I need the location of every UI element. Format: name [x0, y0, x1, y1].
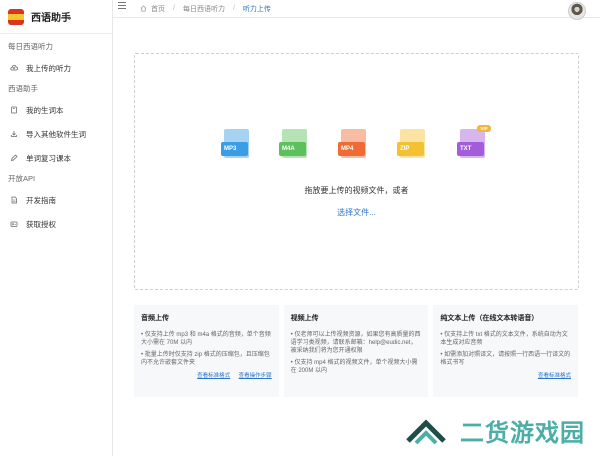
sidebar-item-label: 获取授权	[26, 219, 56, 229]
file-type-label: M4A	[279, 142, 306, 156]
audio-upload-card: 音频上传 • 仅支持上传 mp3 和 m4a 格式的音频，单个音频大小需在 70…	[134, 305, 279, 397]
view-standard-format-link[interactable]: 查看标准格式	[538, 373, 571, 379]
section-title-api: 开放API	[8, 174, 36, 183]
sidebar-item-label: 我的生词本	[26, 105, 64, 115]
card-line: • 批量上传时仅支持 zip 格式的压缩包，且压缩包内不允许嵌套文件夹	[141, 352, 270, 366]
edit-icon	[10, 154, 18, 162]
section-title-listening: 每日西语听力	[8, 42, 53, 51]
sidebar-item-label: 我上传的听力	[26, 63, 71, 73]
card-links: 查看标准格式 查看操作步骤	[190, 371, 272, 379]
book-icon	[11, 106, 17, 114]
card-line: • 仅支持 mp4 格式的视频文件，单个视频大小需在 200M 以内	[290, 360, 418, 374]
breadcrumb-separator: /	[173, 5, 175, 12]
section-title-assistant: 西语助手	[8, 84, 38, 93]
breadcrumb-current: 听力上传	[242, 5, 271, 13]
sidebar-item-review-textbook[interactable]: 单词复习课本	[0, 146, 112, 170]
file-type-label: ZIP	[397, 142, 424, 156]
text-upload-card: 纯文本上传（在线文本转语音） • 仅支持上传 txt 格式的文本文件，系统自动为…	[433, 305, 579, 397]
card-title: 音频上传	[141, 315, 169, 322]
mp4-file-icon: MP4	[338, 129, 371, 162]
sidebar-item-vocabulary-book[interactable]: 我的生词本	[0, 98, 112, 122]
spain-flag-logo-icon	[8, 8, 24, 25]
cloud-upload-icon	[10, 65, 18, 71]
upload-dropzone[interactable]: MP3 M4A MP4 ZIP TXT VIP 拖放要上传的视频文件，或者 选择…	[134, 53, 579, 290]
brand[interactable]: 西语助手 ⌄	[0, 0, 112, 34]
card-line: • 仅支持上传 mp3 和 m4a 格式的音频，单个音频大小需在 70M 以内	[141, 332, 271, 346]
select-file-link[interactable]: 选择文件...	[135, 207, 578, 218]
zip-file-icon: ZIP	[397, 129, 430, 162]
sidebar-item-dev-guide[interactable]: 开发指南	[0, 188, 112, 212]
breadcrumb-home-label: 首页	[151, 5, 165, 13]
breadcrumb-home[interactable]: 首页	[140, 4, 165, 14]
file-type-label: MP3	[221, 142, 248, 156]
breadcrumb-separator: /	[232, 5, 235, 12]
menu-toggle-icon[interactable]	[118, 2, 126, 9]
watermark-logo-icon	[406, 419, 446, 445]
chevron-down-icon[interactable]: ⌄	[66, 13, 73, 22]
sidebar-item-label: 开发指南	[26, 195, 56, 205]
card-line: • 如需添加对照译文，请按照一行西语一行译文的格式书写	[440, 352, 571, 366]
vip-badge: VIP	[477, 125, 491, 132]
import-icon	[11, 131, 17, 137]
sidebar-item-label: 导入其他软件生词	[26, 129, 86, 139]
breadcrumb: 首页 / 每日西语听力 / 听力上传	[113, 0, 600, 20]
brand-name: 西语助手	[31, 13, 71, 24]
mp3-file-icon: MP3	[221, 129, 254, 162]
file-type-label: MP4	[338, 142, 365, 156]
sidebar: 西语助手 ⌄ 每日西语听力 我上传的听力 西语助手 我的生词本 导入其他软件生词…	[0, 0, 113, 456]
sidebar-item-import-words[interactable]: 导入其他软件生词	[0, 122, 112, 146]
drop-instruction: 拖放要上传的视频文件，或者	[304, 186, 409, 195]
sidebar-item-my-uploaded-listening[interactable]: 我上传的听力	[0, 56, 112, 80]
key-icon	[10, 221, 18, 227]
video-upload-card: 视频上传 • 仅老师可以上传视频资源，如果您有高质量的西语学习类视频，请联系邮箱…	[283, 305, 429, 397]
card-links: 查看标准格式	[531, 371, 571, 379]
sidebar-item-label: 单词复习课本	[26, 153, 71, 163]
breadcrumb-parent[interactable]: 每日西语听力	[183, 4, 225, 14]
home-icon	[140, 4, 147, 11]
sidebar-item-get-authorization[interactable]: 获取授权	[0, 212, 112, 236]
document-icon	[11, 196, 17, 204]
view-steps-link[interactable]: 查看操作步骤	[239, 373, 272, 379]
m4a-file-icon: M4A	[279, 129, 312, 162]
watermark-text: 二货游戏园	[460, 419, 585, 447]
watermark: 二货游戏园	[402, 413, 592, 447]
file-type-icons: MP3 M4A MP4 ZIP TXT VIP	[221, 125, 521, 169]
card-line: • 仅支持上传 txt 格式的文本文件，系统自动为文本生成对应音频	[440, 332, 568, 346]
txt-file-icon: TXT VIP	[457, 125, 491, 162]
upload-info-cards: 音频上传 • 仅支持上传 mp3 和 m4a 格式的音频，单个音频大小需在 70…	[134, 305, 579, 397]
card-title: 视频上传	[290, 315, 319, 322]
file-type-label: TXT	[457, 142, 484, 156]
card-title: 纯文本上传（在线文本转语音）	[440, 315, 539, 322]
view-standard-format-link[interactable]: 查看标准格式	[197, 373, 230, 379]
avatar[interactable]	[568, 2, 586, 20]
card-line: • 仅老师可以上传视频资源，如果您有高质量的西语学习类视频，请联系邮箱：help…	[290, 332, 421, 354]
